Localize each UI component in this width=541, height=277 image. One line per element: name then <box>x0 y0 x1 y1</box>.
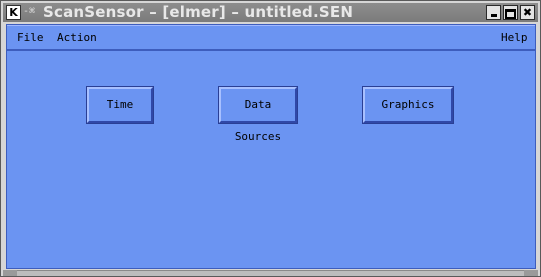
menu-file[interactable]: File <box>17 31 44 45</box>
menu-action[interactable]: Action <box>57 31 97 45</box>
close-button[interactable]: ✖ <box>520 5 535 20</box>
menu-bar: File Action Help <box>7 25 535 51</box>
title-bar[interactable]: K -⌘ ScanSensor – [elmer] – untitled.SEN… <box>3 3 538 22</box>
maximize-icon <box>505 9 516 19</box>
main-panel: File Action Help Time Data Sources Graph… <box>6 24 536 269</box>
maximize-button[interactable] <box>503 5 518 20</box>
kde-logo-icon[interactable]: K <box>6 5 21 20</box>
menu-help[interactable]: Help <box>501 31 528 45</box>
resize-corner-right[interactable] <box>524 270 538 276</box>
window-menu-icon[interactable]: -⌘ <box>23 4 39 20</box>
resize-corner-left[interactable] <box>3 270 17 276</box>
application-window: K -⌘ ScanSensor – [elmer] – untitled.SEN… <box>0 0 541 277</box>
time-button[interactable]: Time <box>87 87 153 123</box>
minimize-button[interactable] <box>486 5 501 20</box>
graphics-button[interactable]: Graphics <box>363 87 453 123</box>
resize-border[interactable] <box>3 270 538 276</box>
data-sources-button[interactable]: Data Sources <box>219 87 297 143</box>
window-title: ScanSensor – [elmer] – untitled.SEN <box>43 3 354 21</box>
minimize-icon <box>490 14 497 17</box>
